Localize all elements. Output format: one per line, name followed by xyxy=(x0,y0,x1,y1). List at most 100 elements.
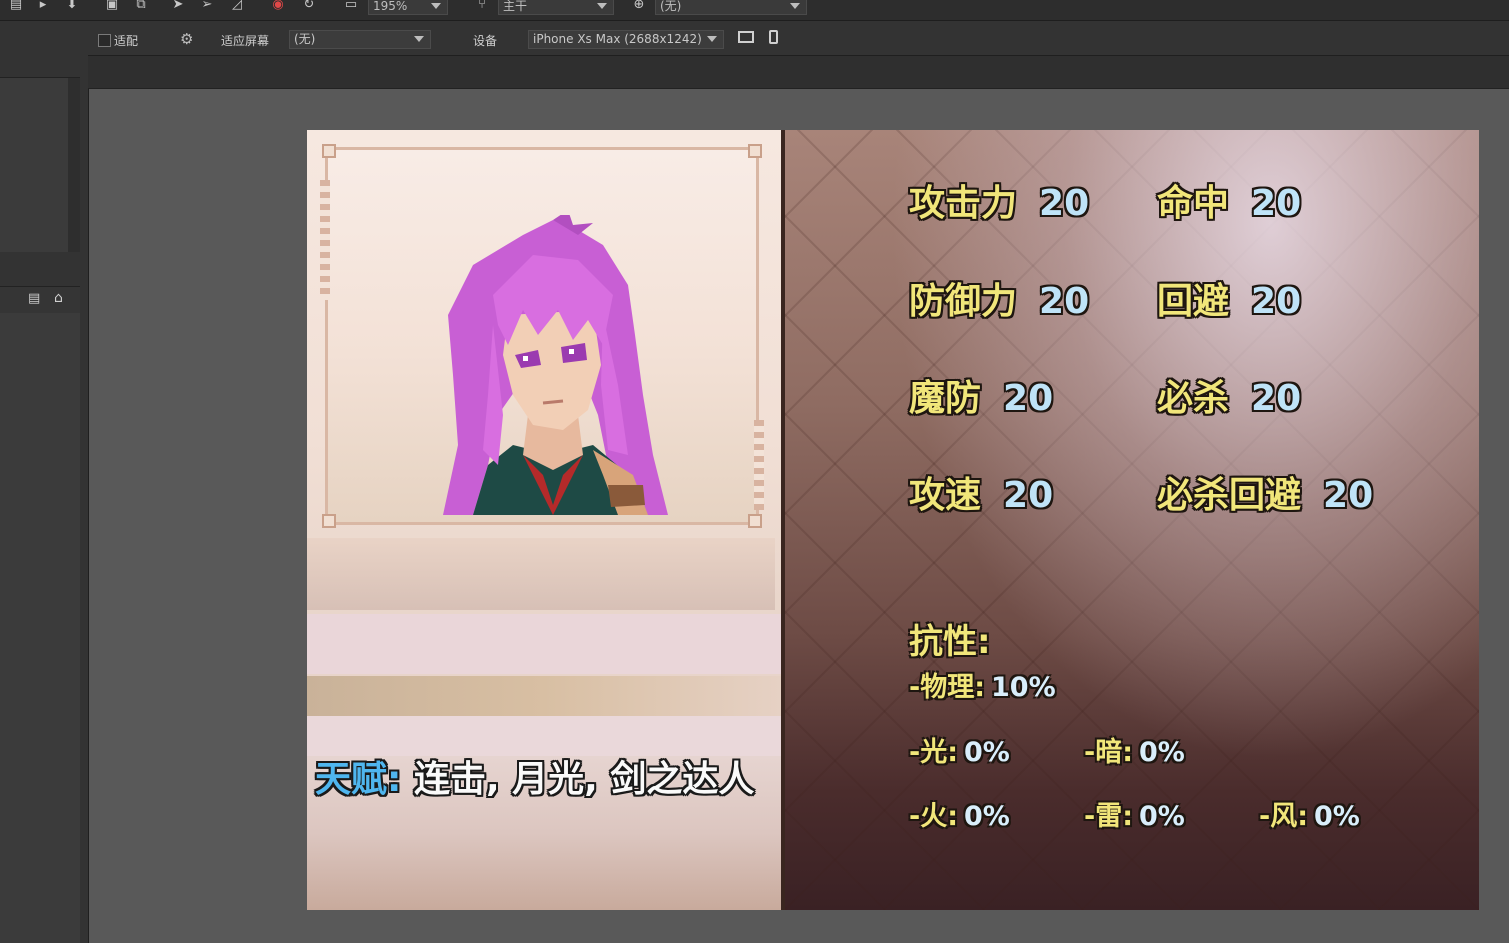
character-portrait xyxy=(443,215,668,515)
resist-light: -光: 0% xyxy=(909,730,1010,769)
record-icon[interactable]: ◉ xyxy=(270,0,286,13)
chevron-down-icon xyxy=(790,3,800,9)
stat-value: 20 xyxy=(1039,183,1090,224)
monitor-icon[interactable]: ▭ xyxy=(343,0,359,13)
stat-label: 攻速 xyxy=(909,475,982,516)
zoom-select[interactable]: 195% xyxy=(368,0,448,15)
left-panel: ▤ ⌂ xyxy=(0,21,89,943)
stat-avoid: 回避 20 xyxy=(1157,272,1301,324)
text-asset-icon[interactable]: ▤ xyxy=(8,0,24,13)
stat-value: 20 xyxy=(1251,281,1302,322)
branch-select[interactable]: 主干 xyxy=(498,0,614,15)
language-select[interactable]: (无) xyxy=(655,0,807,15)
decor-band xyxy=(307,614,781,674)
play-icon[interactable]: ▸ xyxy=(35,0,51,13)
stat-label: 必杀回避 xyxy=(1157,475,1302,516)
game-preview[interactable]: 天赋: 连击, 月光, 剑之达人 攻击力 20 命中 20 防御力 20 回避 20 魔… xyxy=(307,130,1479,910)
language-value: (无) xyxy=(660,0,682,13)
stat-label: 命中 xyxy=(1157,183,1230,224)
left-panel-header xyxy=(0,21,80,78)
settings-icon[interactable]: ⚙ xyxy=(180,30,193,48)
left-panel-scrollbar[interactable] xyxy=(68,78,80,252)
resist-thunder: -雷: 0% xyxy=(1084,794,1185,833)
left-panel-content xyxy=(0,313,80,943)
branch-icon: ⑂ xyxy=(478,0,486,12)
talent-label: 天赋: xyxy=(315,759,402,800)
save-all-icon[interactable]: ⧉ xyxy=(133,0,149,13)
preview-toolbar: 适配 ⚙ 适应屏幕 (无) 设备 iPhone Xs Max (2688x124… xyxy=(88,21,1509,56)
decor-band xyxy=(307,538,775,610)
resist-label: -光: xyxy=(909,737,959,768)
send-icon[interactable]: ➢ xyxy=(199,0,215,13)
stat-label: 魔防 xyxy=(909,378,982,419)
device-select[interactable]: iPhone Xs Max (2688x1242) xyxy=(528,30,724,49)
save-icon[interactable]: ▣ xyxy=(104,0,120,13)
stat-crit-avoid: 必杀回避 20 xyxy=(1157,466,1373,518)
frame-ornament xyxy=(754,420,764,510)
globe-icon: ⊕ xyxy=(633,0,645,12)
refresh-icon[interactable]: ↻ xyxy=(301,0,317,13)
stat-value: 20 xyxy=(1323,475,1374,516)
decor-band xyxy=(307,676,781,716)
frame-ornament xyxy=(320,180,330,300)
resist-label: -暗: xyxy=(1084,737,1134,768)
chevron-down-icon xyxy=(431,3,441,9)
resist-label: -风: xyxy=(1259,801,1309,832)
portrait-card: 天赋: 连击, 月光, 剑之达人 xyxy=(307,130,781,910)
resist-value: 0% xyxy=(1139,737,1185,768)
left-panel-tools: ▤ ⌂ xyxy=(0,286,80,314)
fit-screen-label: 适应屏幕 xyxy=(221,34,270,48)
trash-icon[interactable]: ⌂ xyxy=(54,290,63,306)
document-icon[interactable]: ▤ xyxy=(28,291,40,306)
stat-speed: 攻速 20 xyxy=(909,466,1053,518)
chevron-down-icon xyxy=(707,36,717,42)
stat-value: 20 xyxy=(1251,378,1302,419)
resist-wind: -风: 0% xyxy=(1259,794,1360,833)
stat-defense: 防御力 20 xyxy=(909,272,1089,324)
device-value: iPhone Xs Max (2688x1242) xyxy=(533,32,702,46)
resist-value: 10% xyxy=(991,672,1056,703)
stat-label: 必杀 xyxy=(1157,378,1230,419)
stat-resistance: 魔防 20 xyxy=(909,369,1053,421)
resist-value: 0% xyxy=(964,737,1010,768)
fit-label: 适配 xyxy=(114,34,139,48)
main-toolbar: ▤ ▸ ⬇ ▣ ⧉ ➤ ➢ ◿ ◉ ↻ ▭ 195% ⑂ 主干 ⊕ (无) xyxy=(0,0,1509,21)
zoom-value: 195% xyxy=(373,0,408,13)
resist-value: 0% xyxy=(964,801,1010,832)
stat-attack: 攻击力 20 xyxy=(909,174,1089,226)
portrait-frame xyxy=(320,144,764,528)
resist-physical: -物理: 10% xyxy=(909,665,1056,704)
talent-line: 天赋: 连击, 月光, 剑之达人 xyxy=(315,750,754,802)
chevron-down-icon xyxy=(597,3,607,9)
fit-checkbox[interactable] xyxy=(98,34,111,47)
export-icon[interactable]: ◿ xyxy=(229,0,245,13)
fit-screen-select[interactable]: (无) xyxy=(289,30,431,49)
resist-label: -雷: xyxy=(1084,801,1134,832)
stat-crit: 必杀 20 xyxy=(1157,369,1301,421)
landscape-icon[interactable] xyxy=(738,31,754,43)
preview-subbar xyxy=(88,56,1509,89)
stat-hit: 命中 20 xyxy=(1157,174,1301,226)
portrait-icon[interactable] xyxy=(769,30,778,44)
publish-icon[interactable]: ➤ xyxy=(170,0,186,13)
frame-corner xyxy=(748,144,762,158)
frame-corner xyxy=(322,144,336,158)
resist-label: -火: xyxy=(909,801,959,832)
stat-value: 20 xyxy=(1039,281,1090,322)
stat-label: 防御力 xyxy=(909,281,1018,322)
stat-value: 20 xyxy=(1003,378,1054,419)
device-label: 设备 xyxy=(473,34,498,48)
frame-corner xyxy=(322,514,336,528)
stats-panel: 攻击力 20 命中 20 防御力 20 回避 20 魔防 20 必杀 20 攻速 20 必杀回… xyxy=(785,130,1479,910)
stat-label: 回避 xyxy=(1157,281,1230,322)
resist-value: 0% xyxy=(1139,801,1185,832)
resist-title: 抗性: xyxy=(909,622,991,662)
branch-value: 主干 xyxy=(503,0,528,13)
stat-value: 20 xyxy=(1003,475,1054,516)
stat-value: 20 xyxy=(1251,183,1302,224)
download-icon[interactable]: ⬇ xyxy=(64,0,80,13)
left-panel-list xyxy=(0,78,68,252)
stat-label: 攻击力 xyxy=(909,183,1018,224)
resist-fire: -火: 0% xyxy=(909,794,1010,833)
frame-corner xyxy=(748,514,762,528)
